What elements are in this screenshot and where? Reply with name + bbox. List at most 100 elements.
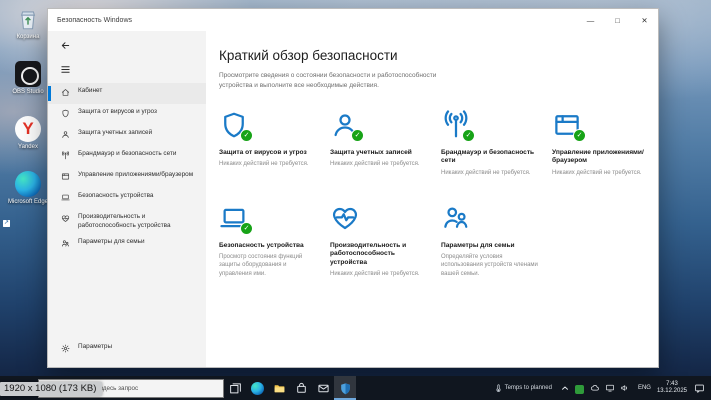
thermometer-icon bbox=[494, 383, 503, 393]
task-view-icon bbox=[229, 382, 242, 395]
tile-description: Никаких действий не требуется. bbox=[441, 169, 531, 176]
network-button[interactable] bbox=[605, 383, 615, 393]
volume-button[interactable] bbox=[620, 383, 630, 393]
desktop-icon[interactable]: OBS Studio bbox=[3, 61, 52, 227]
tile-description: Определяйте условия использования устрой… bbox=[441, 254, 538, 277]
taskbar-buttons bbox=[224, 376, 356, 400]
tile-title: Защита учетных записей bbox=[330, 148, 412, 156]
window-controls: — □ ✕ bbox=[577, 9, 658, 31]
minimize-button[interactable]: — bbox=[577, 9, 604, 31]
sidebar-item[interactable]: Кабинет bbox=[48, 83, 206, 104]
tile-description: Просмотр состояния функций защиты оборуд… bbox=[219, 254, 303, 277]
status-ok-badge bbox=[351, 128, 364, 142]
mail-button[interactable] bbox=[312, 376, 334, 400]
menu-button[interactable] bbox=[60, 64, 71, 75]
family-icon bbox=[441, 203, 471, 233]
edge-button[interactable] bbox=[246, 376, 268, 400]
back-button[interactable] bbox=[60, 40, 71, 51]
obs-studio-icon bbox=[15, 61, 41, 87]
network-icon bbox=[605, 383, 615, 393]
recycle-bin-icon bbox=[15, 6, 41, 32]
security-tile[interactable]: Безопасность устройства Просмотр состоян… bbox=[219, 199, 330, 292]
sidebar-item[interactable]: Управление приложениями/браузером bbox=[48, 167, 206, 188]
file-explorer-icon bbox=[273, 382, 286, 395]
tile-description: Никаких действий не требуется. bbox=[552, 169, 642, 176]
sidebar-item[interactable]: Защита от вирусов и угроз bbox=[48, 104, 206, 125]
store-icon bbox=[295, 382, 308, 395]
desktop-icon[interactable]: Yandex bbox=[3, 116, 52, 227]
tile-title: Параметры для семьи bbox=[441, 241, 515, 249]
tile-title: Производительность и работоспособность у… bbox=[330, 241, 407, 266]
titlebar[interactable]: Безопасность Windows — □ ✕ bbox=[48, 9, 658, 31]
security-tile[interactable]: Защита учетных записей Никаких действий … bbox=[330, 106, 441, 199]
onedrive-button[interactable] bbox=[590, 383, 600, 393]
windows-security-window: Безопасность Windows — □ ✕ Кабинет Защит… bbox=[47, 8, 659, 368]
chevron-up-icon bbox=[560, 383, 570, 393]
clock-date: 13.12.2025 bbox=[656, 388, 687, 394]
show-hidden-icons-button[interactable] bbox=[560, 383, 570, 393]
desktop-icon[interactable]: Корзина bbox=[4, 6, 52, 52]
sidebar-item[interactable]: Безопасность устройства bbox=[48, 188, 206, 209]
security-tile[interactable]: Брандмауэр и безопасность сети Никаких д… bbox=[441, 106, 552, 199]
window-title: Безопасность Windows bbox=[57, 16, 132, 24]
store-button[interactable] bbox=[290, 376, 312, 400]
edge-icon bbox=[15, 171, 41, 197]
account-icon bbox=[61, 130, 70, 139]
desktop-icon[interactable]: Microsoft Edge bbox=[3, 171, 52, 227]
tile-description: Никаких действий не требуется. bbox=[330, 161, 420, 168]
close-button[interactable]: ✕ bbox=[631, 9, 658, 31]
security-tile[interactable]: Управление приложениями/браузером Никаки… bbox=[552, 106, 658, 199]
tile-title: Защита от вирусов и угроз bbox=[219, 148, 307, 156]
page-title: Краткий обзор безопасности bbox=[219, 48, 398, 63]
tray-icons bbox=[560, 383, 630, 394]
taskbar: поиск, введите здесь запрос Temps to pla… bbox=[0, 376, 711, 400]
health-icon bbox=[61, 214, 70, 223]
firewall-icon bbox=[61, 151, 70, 160]
page-subtitle: Просмотрите сведения о состоянии безопас… bbox=[219, 72, 437, 89]
sidebar-item[interactable]: Защита учетных записей bbox=[48, 125, 206, 146]
security-tile[interactable]: Производительность и работоспособность у… bbox=[330, 199, 441, 292]
volume-icon bbox=[620, 383, 630, 393]
status-ok-badge bbox=[240, 128, 253, 142]
status-ok-badge bbox=[462, 128, 475, 142]
file-explorer-button[interactable] bbox=[268, 376, 290, 400]
maximize-button[interactable]: □ bbox=[604, 9, 631, 31]
tile-title: Безопасность устройства bbox=[219, 241, 304, 249]
mail-icon bbox=[317, 382, 330, 395]
security-tiles: Защита от вирусов и угроз Никаких действ… bbox=[219, 106, 658, 292]
health-icon bbox=[330, 203, 360, 233]
weather-text: Temps to planned bbox=[504, 385, 552, 391]
tray-app-button[interactable] bbox=[575, 383, 585, 394]
tile-description: Никаких действий не требуется. bbox=[219, 161, 309, 168]
security-tile[interactable]: Параметры для семьи Определяйте условия … bbox=[441, 199, 552, 292]
sidebar-item-settings[interactable]: Параметры bbox=[48, 339, 206, 360]
status-ok-badge bbox=[240, 221, 253, 235]
virus-shield-icon bbox=[61, 109, 70, 118]
sidebar-nav: Кабинет Защита от вирусов и угроз Защита… bbox=[48, 83, 206, 255]
system-tray: Temps to planned ENG 7:43 13.12.2025 bbox=[494, 376, 711, 400]
action-center-button[interactable] bbox=[694, 383, 705, 394]
language-indicator[interactable]: ENG bbox=[638, 385, 651, 391]
tile-description: Никаких действий не требуется. bbox=[330, 271, 420, 278]
family-icon bbox=[61, 239, 70, 248]
sidebar: Кабинет Защита от вирусов и угроз Защита… bbox=[48, 31, 206, 367]
task-view-button[interactable] bbox=[224, 376, 246, 400]
desktop-icons: Корзина OBS Studio Yandex Microsoft Edge bbox=[3, 6, 52, 227]
sidebar-item[interactable]: Брандмауэр и безопасность сети bbox=[48, 146, 206, 167]
tile-title: Управление приложениями/браузером bbox=[552, 148, 644, 165]
home-icon bbox=[61, 88, 70, 97]
app-browser-icon bbox=[61, 172, 70, 181]
windows-security-icon bbox=[339, 382, 352, 395]
cloud-icon bbox=[590, 383, 600, 393]
news-weather-widget[interactable]: Temps to planned bbox=[494, 383, 552, 393]
clock-time: 7:43 bbox=[666, 380, 678, 387]
windows-security-button[interactable] bbox=[334, 376, 356, 400]
screenshot-size-caption: 1920 x 1080 (173 KB) bbox=[0, 382, 103, 396]
status-ok-badge bbox=[573, 128, 586, 142]
clock[interactable]: 7:43 13.12.2025 bbox=[657, 381, 687, 395]
edge-icon bbox=[250, 381, 264, 395]
sidebar-item[interactable]: Производительность и работоспособность у… bbox=[48, 209, 206, 234]
device-icon bbox=[61, 193, 70, 202]
security-tile[interactable]: Защита от вирусов и угроз Никаких действ… bbox=[219, 106, 330, 199]
sidebar-item[interactable]: Параметры для семьи bbox=[48, 234, 206, 255]
